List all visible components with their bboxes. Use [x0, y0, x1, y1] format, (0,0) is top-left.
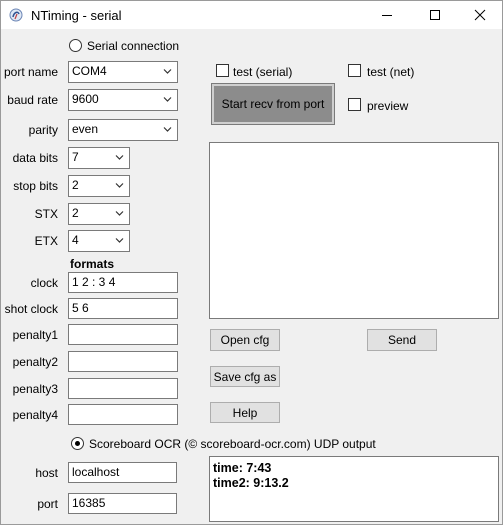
chevron-down-icon: [163, 69, 172, 74]
formats-heading: formats: [70, 257, 115, 271]
baud-rate-select[interactable]: 9600: [68, 89, 178, 111]
output-line: time: 7:43: [213, 461, 272, 475]
penalty2-label: penalty2: [12, 355, 58, 369]
ntiming-app-icon: [9, 8, 23, 22]
preview-text-area[interactable]: [209, 142, 499, 319]
output-text-area[interactable]: time: 7:43 time2: 9:13.2: [209, 456, 499, 522]
serial-connection-radio[interactable]: [69, 39, 82, 52]
preview-checkbox[interactable]: [348, 98, 361, 111]
clock-label: clock: [30, 276, 58, 290]
chevron-down-icon: [163, 127, 172, 132]
etx-label: ETX: [34, 234, 58, 248]
preview-label: preview: [367, 99, 409, 113]
minimize-button[interactable]: [364, 1, 410, 29]
help-button[interactable]: Help: [210, 402, 280, 423]
penalty1-format-field[interactable]: [68, 324, 178, 345]
stop-bits-value: 2: [72, 178, 79, 192]
main-window: NTiming - serial Serial connection port …: [0, 0, 503, 525]
data-bits-select[interactable]: 7: [68, 147, 130, 169]
shot-clock-label: shot clock: [4, 302, 58, 316]
penalty4-format-field[interactable]: [68, 404, 178, 425]
penalty3-label: penalty3: [12, 382, 58, 396]
port-field[interactable]: 16385: [68, 493, 177, 514]
radio-selected-dot: [75, 441, 80, 446]
send-button[interactable]: Send: [367, 329, 437, 351]
data-bits-label: data bits: [12, 151, 58, 165]
port-name-select[interactable]: COM4: [68, 61, 178, 83]
chevron-down-icon: [115, 183, 124, 188]
baud-rate-value: 9600: [72, 92, 99, 106]
output-line: time2: 9:13.2: [213, 476, 289, 490]
stx-label: STX: [34, 207, 58, 221]
test-serial-label: test (serial): [233, 65, 293, 79]
chevron-down-icon: [115, 238, 124, 243]
udp-output-radio[interactable]: [71, 437, 84, 450]
start-recv-button[interactable]: Start recv from port: [211, 83, 335, 125]
host-label: host: [35, 466, 58, 480]
minimize-icon: [382, 15, 392, 16]
title-bar[interactable]: NTiming - serial: [1, 1, 502, 29]
data-bits-value: 7: [72, 150, 79, 164]
maximize-button[interactable]: [412, 1, 458, 29]
etx-select[interactable]: 4: [68, 230, 130, 252]
penalty3-format-field[interactable]: [68, 378, 178, 399]
host-field[interactable]: localhost: [68, 462, 177, 483]
open-cfg-button[interactable]: Open cfg: [210, 329, 280, 351]
stx-select[interactable]: 2: [68, 203, 130, 225]
port-name-label: port name: [3, 65, 58, 79]
save-cfg-as-button[interactable]: Save cfg as: [210, 366, 280, 387]
port-label: port: [37, 497, 58, 511]
parity-select[interactable]: even: [68, 119, 178, 141]
baud-rate-label: baud rate: [7, 93, 58, 107]
test-net-checkbox[interactable]: [348, 64, 361, 77]
stx-value: 2: [72, 206, 79, 220]
stop-bits-label: stop bits: [13, 179, 58, 193]
penalty2-format-field[interactable]: [68, 351, 178, 372]
etx-value: 4: [72, 233, 79, 247]
close-icon: [474, 9, 486, 21]
penalty1-label: penalty1: [12, 328, 58, 342]
parity-label: parity: [28, 123, 58, 137]
chevron-down-icon: [163, 97, 172, 102]
close-button[interactable]: [457, 1, 503, 29]
udp-output-label: Scoreboard OCR (© scoreboard-ocr.com) UD…: [89, 437, 376, 451]
stop-bits-select[interactable]: 2: [68, 175, 130, 197]
chevron-down-icon: [115, 155, 124, 160]
port-name-value: COM4: [72, 64, 107, 78]
serial-connection-label: Serial connection: [87, 39, 180, 53]
test-serial-checkbox[interactable]: [216, 64, 229, 77]
shot-clock-format-field[interactable]: 5 6: [68, 298, 178, 319]
test-net-label: test (net): [367, 65, 415, 79]
window-title: NTiming - serial: [31, 8, 122, 23]
parity-value: even: [72, 122, 99, 136]
maximize-icon: [430, 10, 440, 20]
clock-format-field[interactable]: 1 2 : 3 4: [68, 272, 178, 293]
penalty4-label: penalty4: [12, 408, 58, 422]
chevron-down-icon: [115, 211, 124, 216]
